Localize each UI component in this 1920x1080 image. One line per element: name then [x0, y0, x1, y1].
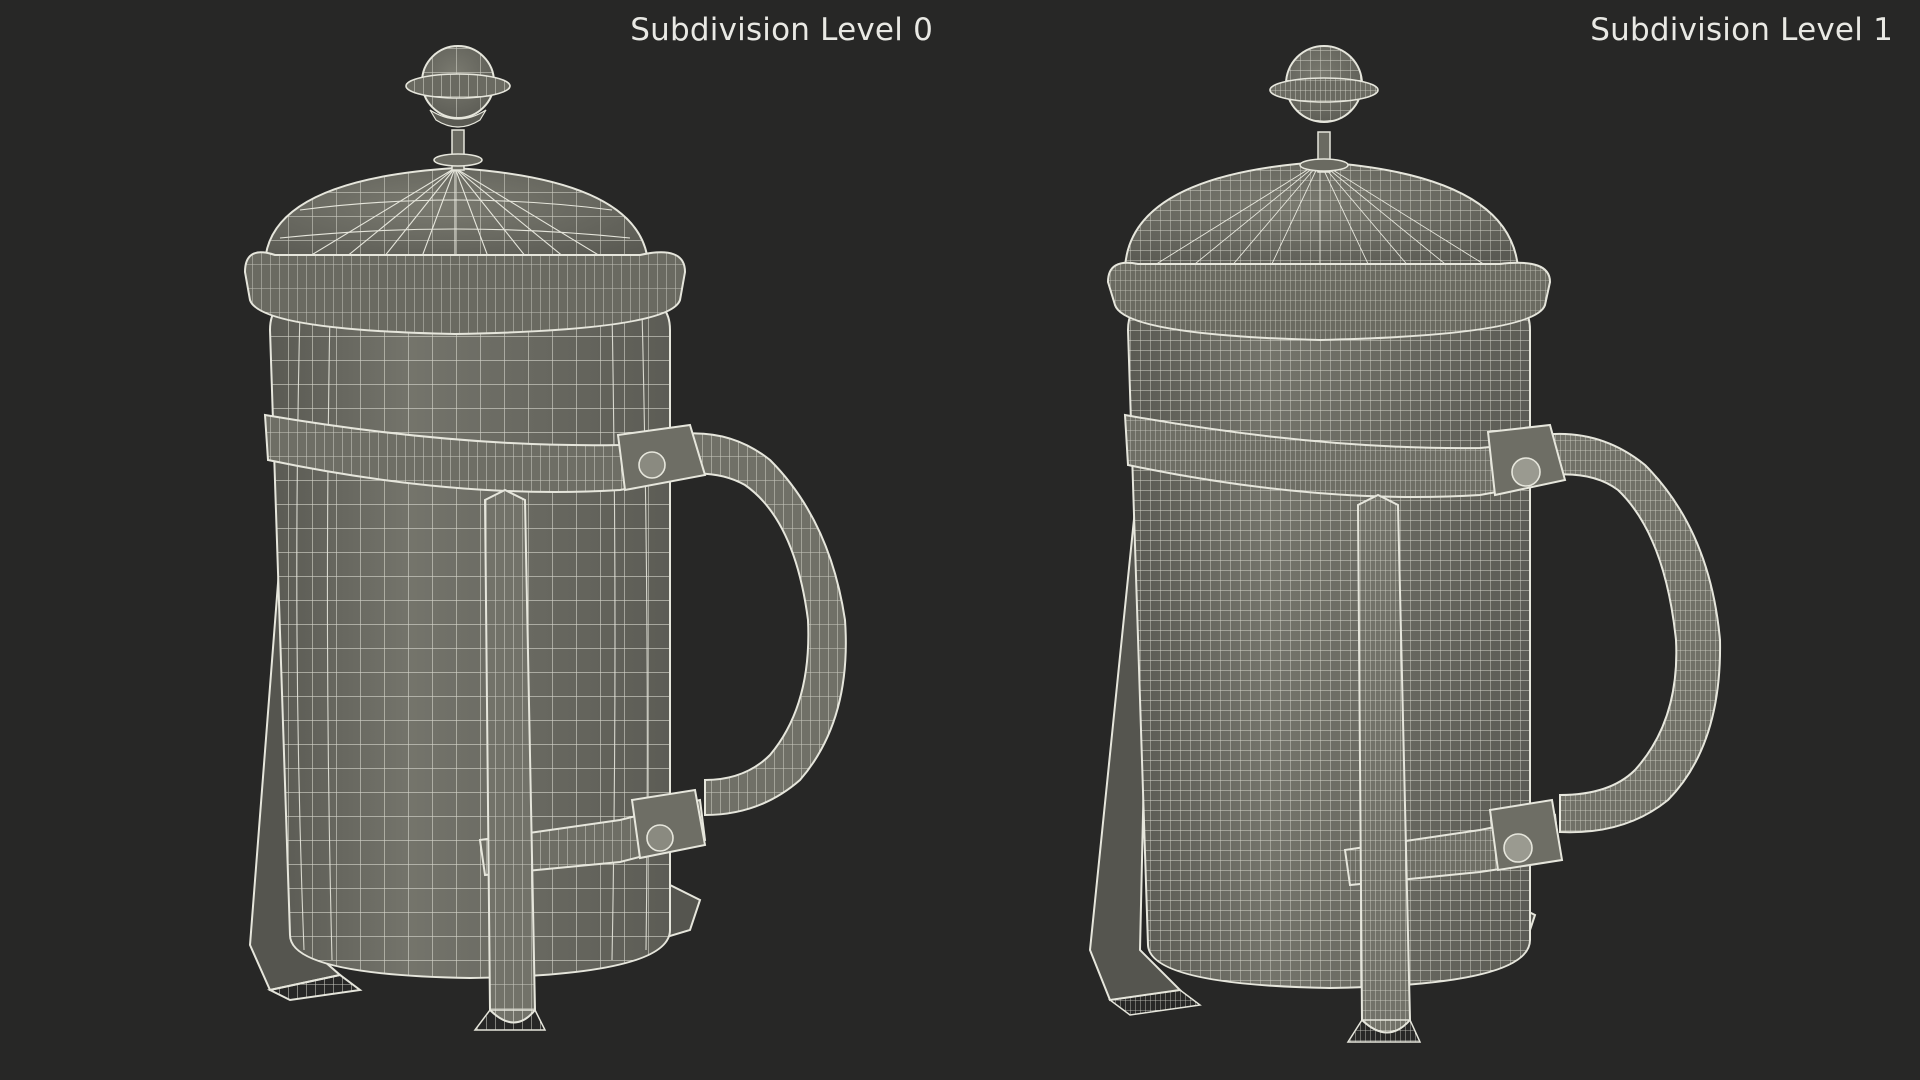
- french-press-level-1: [1088, 45, 1722, 1043]
- hinge-screw-lower: [646, 824, 674, 852]
- hinge-screw-upper: [1511, 457, 1541, 487]
- render-viewport: [243, 45, 1722, 1043]
- hinge-screw-upper: [638, 451, 666, 479]
- french-press-level-0: [243, 45, 847, 1031]
- hinge-screw-lower: [1503, 833, 1533, 863]
